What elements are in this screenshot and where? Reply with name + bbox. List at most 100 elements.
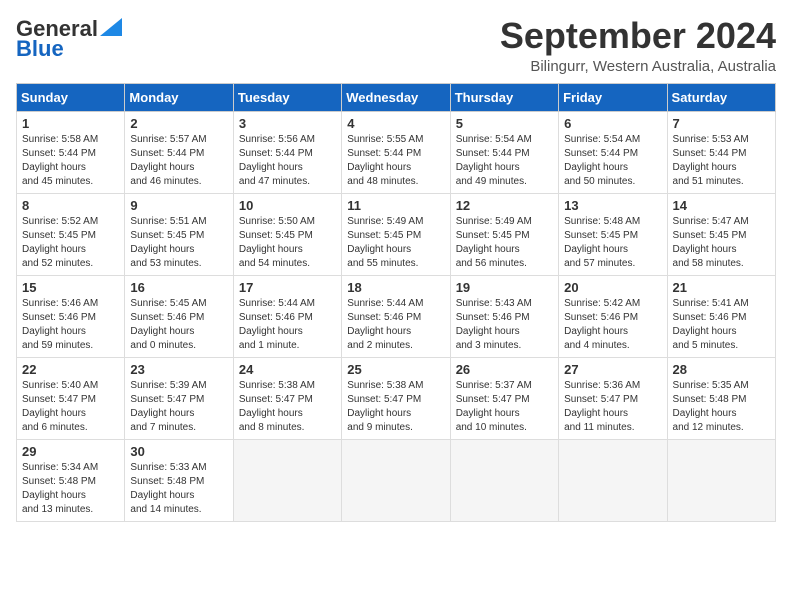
calendar-cell: 2 Sunrise: 5:57 AMSunset: 5:44 PMDayligh… <box>125 111 233 193</box>
day-info: Sunrise: 5:47 AMSunset: 5:45 PMDaylight … <box>673 215 770 271</box>
day-info: Sunrise: 5:52 AMSunset: 5:45 PMDaylight … <box>22 215 119 271</box>
day-info: Sunrise: 5:49 AMSunset: 5:45 PMDaylight … <box>347 215 444 271</box>
calendar-cell: 25 Sunrise: 5:38 AMSunset: 5:47 PMDaylig… <box>342 357 450 439</box>
day-number: 8 <box>22 198 119 213</box>
day-number: 15 <box>22 280 119 295</box>
calendar-cell <box>667 439 775 521</box>
day-info: Sunrise: 5:43 AMSunset: 5:46 PMDaylight … <box>456 297 553 353</box>
calendar-cell <box>233 439 341 521</box>
calendar-week-row: 22 Sunrise: 5:40 AMSunset: 5:47 PMDaylig… <box>17 357 776 439</box>
day-number: 13 <box>564 198 661 213</box>
day-number: 7 <box>673 116 770 131</box>
calendar-cell: 30 Sunrise: 5:33 AMSunset: 5:48 PMDaylig… <box>125 439 233 521</box>
day-number: 1 <box>22 116 119 131</box>
day-info: Sunrise: 5:42 AMSunset: 5:46 PMDaylight … <box>564 297 661 353</box>
day-number: 14 <box>673 198 770 213</box>
day-number: 6 <box>564 116 661 131</box>
day-info: Sunrise: 5:55 AMSunset: 5:44 PMDaylight … <box>347 133 444 189</box>
weekday-header-tuesday: Tuesday <box>233 83 341 111</box>
calendar-cell: 28 Sunrise: 5:35 AMSunset: 5:48 PMDaylig… <box>667 357 775 439</box>
weekday-header-saturday: Saturday <box>667 83 775 111</box>
day-number: 18 <box>347 280 444 295</box>
day-number: 22 <box>22 362 119 377</box>
calendar-cell: 17 Sunrise: 5:44 AMSunset: 5:46 PMDaylig… <box>233 275 341 357</box>
calendar-cell: 13 Sunrise: 5:48 AMSunset: 5:45 PMDaylig… <box>559 193 667 275</box>
day-info: Sunrise: 5:38 AMSunset: 5:47 PMDaylight … <box>239 379 336 435</box>
calendar-table: SundayMondayTuesdayWednesdayThursdayFrid… <box>16 83 776 522</box>
day-number: 16 <box>130 280 227 295</box>
day-info: Sunrise: 5:35 AMSunset: 5:48 PMDaylight … <box>673 379 770 435</box>
calendar-week-row: 1 Sunrise: 5:58 AMSunset: 5:44 PMDayligh… <box>17 111 776 193</box>
day-info: Sunrise: 5:44 AMSunset: 5:46 PMDaylight … <box>239 297 336 353</box>
day-info: Sunrise: 5:54 AMSunset: 5:44 PMDaylight … <box>564 133 661 189</box>
calendar-week-row: 29 Sunrise: 5:34 AMSunset: 5:48 PMDaylig… <box>17 439 776 521</box>
calendar-cell: 7 Sunrise: 5:53 AMSunset: 5:44 PMDayligh… <box>667 111 775 193</box>
day-number: 4 <box>347 116 444 131</box>
day-info: Sunrise: 5:57 AMSunset: 5:44 PMDaylight … <box>130 133 227 189</box>
day-info: Sunrise: 5:50 AMSunset: 5:45 PMDaylight … <box>239 215 336 271</box>
calendar-cell: 19 Sunrise: 5:43 AMSunset: 5:46 PMDaylig… <box>450 275 558 357</box>
calendar-cell: 18 Sunrise: 5:44 AMSunset: 5:46 PMDaylig… <box>342 275 450 357</box>
day-number: 23 <box>130 362 227 377</box>
calendar-cell: 23 Sunrise: 5:39 AMSunset: 5:47 PMDaylig… <box>125 357 233 439</box>
day-number: 29 <box>22 444 119 459</box>
day-info: Sunrise: 5:58 AMSunset: 5:44 PMDaylight … <box>22 133 119 189</box>
day-info: Sunrise: 5:54 AMSunset: 5:44 PMDaylight … <box>456 133 553 189</box>
calendar-cell: 22 Sunrise: 5:40 AMSunset: 5:47 PMDaylig… <box>17 357 125 439</box>
day-info: Sunrise: 5:51 AMSunset: 5:45 PMDaylight … <box>130 215 227 271</box>
page-header: General Blue September 2024 Bilingurr, W… <box>16 16 776 75</box>
calendar-cell: 15 Sunrise: 5:46 AMSunset: 5:46 PMDaylig… <box>17 275 125 357</box>
calendar-cell: 4 Sunrise: 5:55 AMSunset: 5:44 PMDayligh… <box>342 111 450 193</box>
title-block: September 2024 Bilingurr, Western Austra… <box>500 16 776 75</box>
weekday-header-thursday: Thursday <box>450 83 558 111</box>
day-number: 25 <box>347 362 444 377</box>
calendar-cell: 16 Sunrise: 5:45 AMSunset: 5:46 PMDaylig… <box>125 275 233 357</box>
calendar-cell <box>559 439 667 521</box>
day-info: Sunrise: 5:33 AMSunset: 5:48 PMDaylight … <box>130 461 227 517</box>
day-number: 27 <box>564 362 661 377</box>
day-number: 21 <box>673 280 770 295</box>
weekday-header-friday: Friday <box>559 83 667 111</box>
location-subtitle: Bilingurr, Western Australia, Australia <box>500 58 776 75</box>
calendar-cell: 9 Sunrise: 5:51 AMSunset: 5:45 PMDayligh… <box>125 193 233 275</box>
day-number: 10 <box>239 198 336 213</box>
day-info: Sunrise: 5:48 AMSunset: 5:45 PMDaylight … <box>564 215 661 271</box>
day-info: Sunrise: 5:46 AMSunset: 5:46 PMDaylight … <box>22 297 119 353</box>
day-number: 28 <box>673 362 770 377</box>
day-number: 19 <box>456 280 553 295</box>
day-number: 5 <box>456 116 553 131</box>
day-number: 12 <box>456 198 553 213</box>
calendar-cell: 3 Sunrise: 5:56 AMSunset: 5:44 PMDayligh… <box>233 111 341 193</box>
day-number: 3 <box>239 116 336 131</box>
day-info: Sunrise: 5:53 AMSunset: 5:44 PMDaylight … <box>673 133 770 189</box>
day-info: Sunrise: 5:56 AMSunset: 5:44 PMDaylight … <box>239 133 336 189</box>
calendar-cell: 29 Sunrise: 5:34 AMSunset: 5:48 PMDaylig… <box>17 439 125 521</box>
day-number: 26 <box>456 362 553 377</box>
calendar-cell: 20 Sunrise: 5:42 AMSunset: 5:46 PMDaylig… <box>559 275 667 357</box>
calendar-cell <box>450 439 558 521</box>
weekday-header-row: SundayMondayTuesdayWednesdayThursdayFrid… <box>17 83 776 111</box>
calendar-cell: 24 Sunrise: 5:38 AMSunset: 5:47 PMDaylig… <box>233 357 341 439</box>
calendar-cell: 12 Sunrise: 5:49 AMSunset: 5:45 PMDaylig… <box>450 193 558 275</box>
calendar-cell: 10 Sunrise: 5:50 AMSunset: 5:45 PMDaylig… <box>233 193 341 275</box>
calendar-cell: 8 Sunrise: 5:52 AMSunset: 5:45 PMDayligh… <box>17 193 125 275</box>
month-title: September 2024 <box>500 16 776 56</box>
day-number: 20 <box>564 280 661 295</box>
calendar-cell <box>342 439 450 521</box>
calendar-cell: 26 Sunrise: 5:37 AMSunset: 5:47 PMDaylig… <box>450 357 558 439</box>
calendar-cell: 21 Sunrise: 5:41 AMSunset: 5:46 PMDaylig… <box>667 275 775 357</box>
day-number: 2 <box>130 116 227 131</box>
logo-icon <box>100 18 122 36</box>
day-info: Sunrise: 5:37 AMSunset: 5:47 PMDaylight … <box>456 379 553 435</box>
day-info: Sunrise: 5:49 AMSunset: 5:45 PMDaylight … <box>456 215 553 271</box>
day-number: 17 <box>239 280 336 295</box>
day-number: 9 <box>130 198 227 213</box>
calendar-cell: 5 Sunrise: 5:54 AMSunset: 5:44 PMDayligh… <box>450 111 558 193</box>
calendar-cell: 6 Sunrise: 5:54 AMSunset: 5:44 PMDayligh… <box>559 111 667 193</box>
weekday-header-sunday: Sunday <box>17 83 125 111</box>
day-info: Sunrise: 5:38 AMSunset: 5:47 PMDaylight … <box>347 379 444 435</box>
calendar-week-row: 15 Sunrise: 5:46 AMSunset: 5:46 PMDaylig… <box>17 275 776 357</box>
calendar-cell: 1 Sunrise: 5:58 AMSunset: 5:44 PMDayligh… <box>17 111 125 193</box>
day-info: Sunrise: 5:40 AMSunset: 5:47 PMDaylight … <box>22 379 119 435</box>
day-number: 30 <box>130 444 227 459</box>
